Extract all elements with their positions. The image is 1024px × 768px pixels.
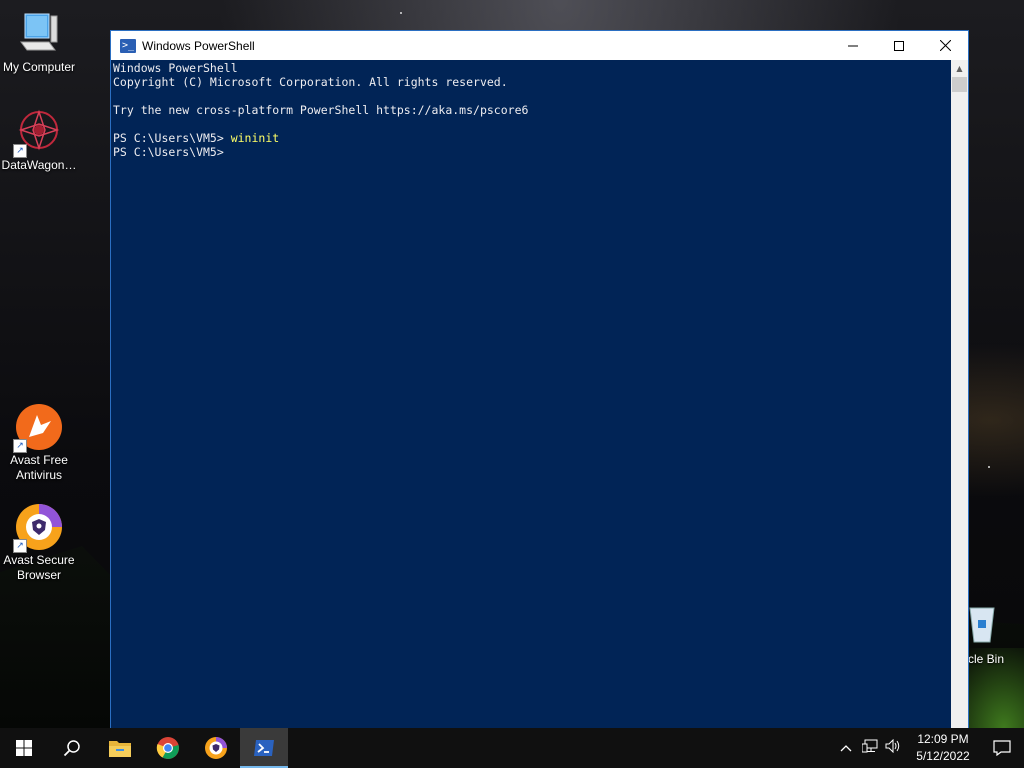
star xyxy=(400,12,402,14)
chevron-up-icon[interactable] xyxy=(834,741,858,756)
start-button[interactable] xyxy=(0,728,48,768)
console-prompt: PS C:\Users\VM5> xyxy=(113,131,231,145)
desktop-icon-avast-antivirus[interactable]: ↗ Avast Free Antivirus xyxy=(1,403,77,483)
desktop-icon-my-computer[interactable]: My Computer xyxy=(1,10,77,75)
desktop-icon-label: My Computer xyxy=(2,60,76,74)
shortcut-arrow-icon: ↗ xyxy=(13,539,27,553)
clock-date: 5/12/2022 xyxy=(916,749,970,763)
file-explorer-button[interactable] xyxy=(96,728,144,768)
desktop-icon-label: Avast Free Antivirus xyxy=(10,453,68,482)
chrome-button[interactable] xyxy=(144,728,192,768)
avast-browser-icon xyxy=(205,737,227,759)
computer-icon xyxy=(15,10,63,58)
console-output[interactable]: Windows PowerShell Copyright (C) Microsof… xyxy=(111,60,951,728)
desktop-icon-avast-browser[interactable]: ↗ Avast Secure Browser xyxy=(1,503,77,583)
notification-icon xyxy=(993,740,1011,756)
datawagon-icon: ↗ xyxy=(13,108,63,158)
console-prompt: PS C:\Users\VM5> xyxy=(113,145,231,159)
scrollbar-thumb[interactable] xyxy=(952,77,967,92)
window-title: Windows PowerShell xyxy=(142,38,255,53)
system-tray: 12:09 PM 5/12/2022 xyxy=(834,728,1024,768)
desktop-icon-label: cle Bin xyxy=(968,652,1005,666)
minimize-icon xyxy=(848,45,858,46)
chrome-icon xyxy=(156,737,179,759)
recycle-bin-icon xyxy=(966,602,996,650)
star xyxy=(988,466,990,468)
notification-center-button[interactable] xyxy=(980,728,1024,768)
close-button[interactable] xyxy=(922,31,968,60)
search-icon xyxy=(63,740,80,757)
powershell-icon xyxy=(254,740,274,756)
maximize-button[interactable] xyxy=(876,31,922,60)
console-line: Windows PowerShell xyxy=(113,61,238,75)
volume-icon[interactable] xyxy=(882,738,906,757)
powershell-icon: >_ xyxy=(120,38,136,53)
minimize-button[interactable] xyxy=(830,31,876,60)
file-explorer-icon xyxy=(109,741,131,757)
window-titlebar[interactable]: >_ Windows PowerShell xyxy=(111,31,968,60)
search-button[interactable] xyxy=(48,728,96,768)
scroll-up-icon[interactable]: ▲ xyxy=(951,60,968,77)
avast-browser-button[interactable] xyxy=(192,728,240,768)
taskbar-clock[interactable]: 12:09 PM 5/12/2022 xyxy=(910,731,976,765)
console-prompt-line: PS C:\Users\VM5> wininit xyxy=(113,131,951,145)
console-prompt-line[interactable]: PS C:\Users\VM5> xyxy=(113,145,951,159)
start-icon xyxy=(16,740,32,756)
vertical-scrollbar[interactable]: ▲ xyxy=(951,60,968,728)
avast-antivirus-icon: ↗ xyxy=(13,403,63,453)
desktop-icon-label: Avast Secure Browser xyxy=(3,553,75,582)
close-icon xyxy=(939,40,951,51)
maximize-icon xyxy=(894,40,904,51)
desktop-icon-label: DataWagon… xyxy=(1,158,77,172)
powershell-taskbar-button[interactable] xyxy=(240,728,288,768)
desktop-icon-datawagon[interactable]: ↗ DataWagon… xyxy=(1,108,77,173)
console-line: Copyright (C) Microsoft Corporation. All… xyxy=(113,75,508,89)
avast-browser-icon: ↗ xyxy=(13,503,63,553)
network-icon[interactable] xyxy=(858,739,882,757)
shortcut-arrow-icon: ↗ xyxy=(13,144,27,158)
console-line: Try the new cross-platform PowerShell ht… xyxy=(113,103,529,117)
shortcut-arrow-icon: ↗ xyxy=(13,439,27,453)
clock-time: 12:09 PM xyxy=(917,732,969,746)
powershell-window[interactable]: >_ Windows PowerShell Windows PowerShell… xyxy=(110,30,969,728)
taskbar: 12:09 PM 5/12/2022 xyxy=(0,728,1024,768)
console-command: wininit xyxy=(230,131,280,145)
